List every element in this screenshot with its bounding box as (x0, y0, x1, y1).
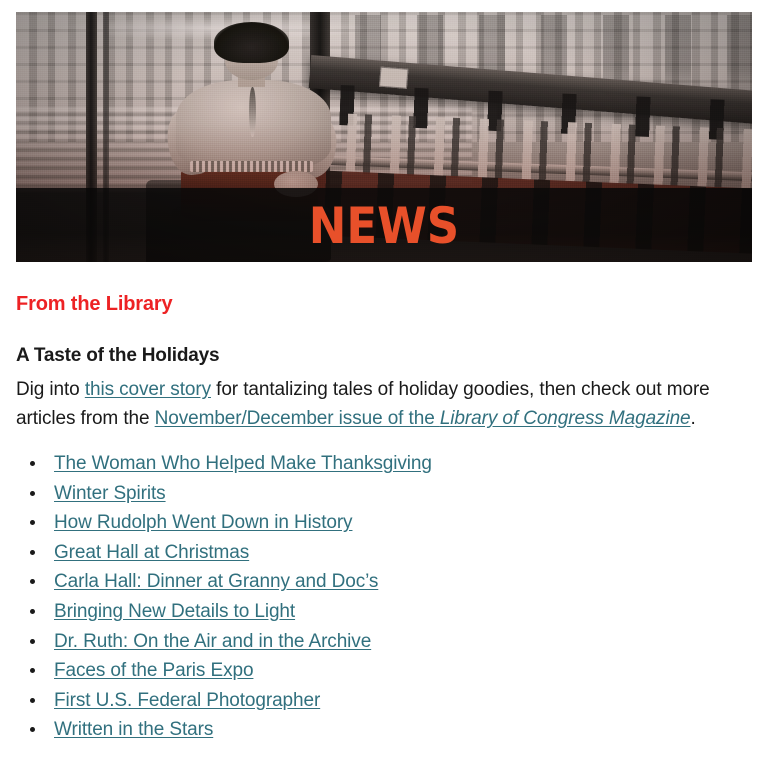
list-item: Dr. Ruth: On the Air and in the Archive (30, 627, 756, 657)
newsletter-page: NEWS From the Library A Taste of the Hol… (0, 0, 768, 759)
article-link-10[interactable]: Written in the Stars (54, 719, 213, 740)
list-item: Faces of the Paris Expo (30, 656, 756, 686)
article-link-5[interactable]: Carla Hall: Dinner at Granny and Doc’s (54, 571, 378, 592)
article-link-6[interactable]: Bringing New Details to Light (54, 601, 295, 622)
article-link-8[interactable]: Faces of the Paris Expo (54, 660, 254, 681)
list-item: Winter Spirits (30, 479, 756, 509)
lede-text-before: Dig into (16, 379, 85, 400)
magazine-title: Library of Congress Magazine (439, 408, 691, 429)
article-link-9[interactable]: First U.S. Federal Photographer (54, 690, 320, 711)
section-kicker: From the Library (16, 293, 173, 315)
list-item: First U.S. Federal Photographer (30, 686, 756, 716)
magazine-issue-link[interactable]: November/December issue of the Library o… (155, 408, 691, 429)
content-area: From the Library A Taste of the Holidays… (16, 292, 756, 745)
list-item: Carla Hall: Dinner at Granny and Doc’s (30, 567, 756, 597)
lede-text-after: . (690, 408, 696, 429)
list-item: The Woman Who Helped Make Thanksgiving (30, 449, 756, 479)
cover-story-link[interactable]: this cover story (85, 379, 211, 400)
article-link-2[interactable]: Winter Spirits (54, 483, 166, 504)
article-link-7[interactable]: Dr. Ruth: On the Air and in the Archive (54, 631, 371, 652)
hero-news-label: NEWS (308, 197, 460, 255)
article-link-1[interactable]: The Woman Who Helped Make Thanksgiving (54, 453, 432, 474)
list-item: Great Hall at Christmas (30, 538, 756, 568)
list-item: How Rudolph Went Down in History (30, 508, 756, 538)
feature-subhead: A Taste of the Holidays (16, 345, 220, 366)
article-link-4[interactable]: Great Hall at Christmas (54, 542, 249, 563)
magazine-issue-link-prefix: November/December issue of the (154, 408, 440, 429)
list-item: Bringing New Details to Light (30, 597, 756, 627)
feature-lede: Dig into this cover story for tantalizin… (16, 375, 756, 433)
article-link-3[interactable]: How Rudolph Went Down in History (54, 512, 353, 533)
article-link-list: The Woman Who Helped Make Thanksgiving W… (16, 449, 756, 745)
hero-banner: NEWS (16, 12, 752, 262)
list-item: Written in the Stars (30, 715, 756, 745)
